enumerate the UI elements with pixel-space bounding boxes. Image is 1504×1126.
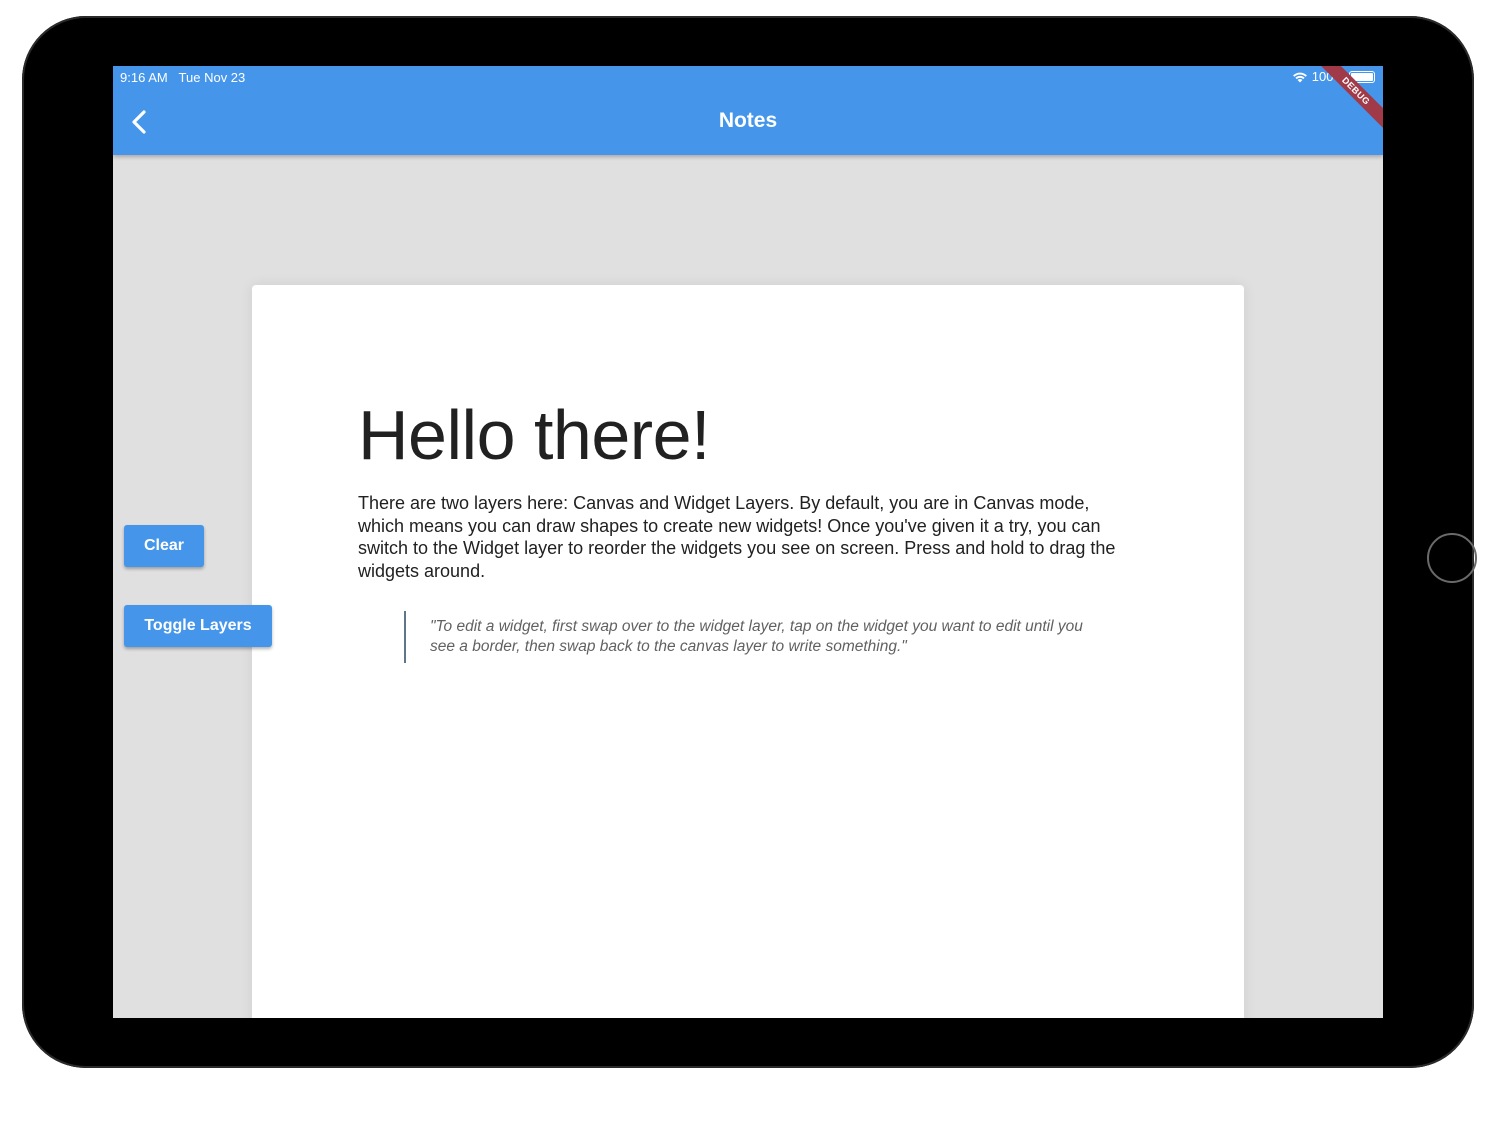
app-bar: 9:16 AM Tue Nov 23 100% Notes DEBUG bbox=[113, 66, 1383, 155]
note-heading[interactable]: Hello there! bbox=[358, 395, 710, 475]
app-screen: 9:16 AM Tue Nov 23 100% Notes DEBUG Hell… bbox=[113, 66, 1383, 1018]
note-body[interactable]: There are two layers here: Canvas and Wi… bbox=[358, 492, 1138, 582]
page-title: Notes bbox=[718, 109, 778, 132]
clear-button[interactable]: Clear bbox=[124, 525, 204, 567]
home-button[interactable] bbox=[1427, 533, 1477, 583]
wifi-icon bbox=[1292, 72, 1307, 82]
toggle-layers-button[interactable]: Toggle Layers bbox=[124, 605, 272, 647]
note-quote[interactable]: "To edit a widget, first swap over to th… bbox=[404, 611, 1084, 663]
note-page[interactable]: Hello there! There are two layers here: … bbox=[252, 285, 1244, 1018]
status-time: 9:16 AM Tue Nov 23 bbox=[120, 70, 246, 85]
